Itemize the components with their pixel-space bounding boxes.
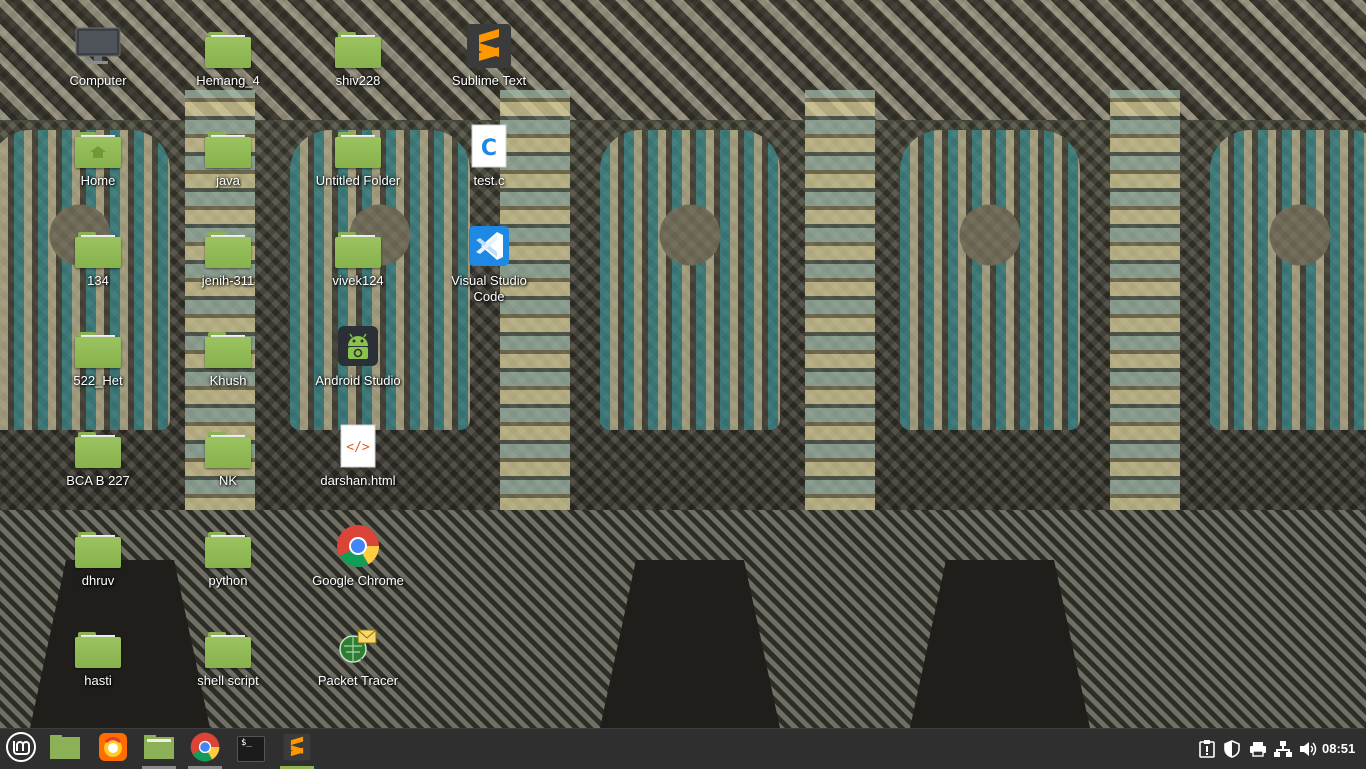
- computer-icon: [74, 22, 122, 70]
- android-studio-icon: [334, 322, 382, 370]
- files-launcher[interactable]: [138, 729, 180, 769]
- sublime-text-icon: [465, 22, 513, 70]
- mint-menu-button[interactable]: [0, 729, 42, 769]
- files-icon: [143, 734, 175, 765]
- home-folder-icon: [74, 122, 122, 170]
- desktop-icon-label: NK: [218, 473, 238, 488]
- desktop-icon-folder-khush[interactable]: Khush: [176, 320, 280, 410]
- desktop-icon-home[interactable]: Home: [46, 120, 150, 210]
- network-icon[interactable]: [1273, 739, 1293, 759]
- desktop-icon-folder-untitled[interactable]: Untitled Folder: [306, 120, 410, 210]
- folder-icon: [204, 322, 252, 370]
- desktop-icon-folder-jenih-311[interactable]: jenih-311: [176, 220, 280, 310]
- desktop-icon-folder-bca-b-227[interactable]: BCA B 227: [46, 420, 150, 510]
- desktop-icon-label: 134: [87, 273, 109, 288]
- svg-text:</>: </>: [346, 440, 370, 455]
- desktop-icon-folder-python[interactable]: python: [176, 520, 280, 610]
- desktop-icon-label: python: [208, 573, 248, 588]
- vscode-icon: [465, 222, 513, 270]
- chrome-launcher[interactable]: [184, 729, 226, 769]
- mint-menu-icon: [5, 731, 37, 768]
- printer-icon[interactable]: [1248, 739, 1268, 759]
- folder-icon: [204, 222, 252, 270]
- sublime-text-launcher[interactable]: [276, 729, 318, 769]
- folder-icon: [74, 622, 122, 670]
- volume-icon[interactable]: [1298, 739, 1318, 759]
- packet-tracer-icon: [334, 622, 382, 670]
- desktop-icon-label: vivek124: [332, 273, 384, 288]
- desktop-icon-computer[interactable]: Computer: [46, 20, 150, 110]
- folder-icon: [74, 222, 122, 270]
- folder-icon: [74, 422, 122, 470]
- desktop-icon-folder-hemang-4[interactable]: Hemang_4: [176, 20, 280, 110]
- chrome-icon: [334, 522, 382, 570]
- c-file-icon: C: [465, 122, 513, 170]
- desktop-icon-label: Computer: [69, 73, 127, 88]
- desktop-icon-google-chrome[interactable]: Google Chrome: [306, 520, 410, 610]
- html-file-icon: </>: [334, 422, 382, 470]
- desktop-icon-label: Sublime Text: [451, 73, 527, 88]
- desktop-icon-folder-vivek124[interactable]: vivek124: [306, 220, 410, 310]
- desktop-icon-label: BCA B 227: [66, 473, 130, 488]
- folder-icon: [334, 22, 382, 70]
- folder-icon: [74, 322, 122, 370]
- desktop-icon-test-c[interactable]: C test.c: [437, 120, 541, 210]
- desktop-icon-label: Google Chrome: [312, 573, 404, 588]
- folder-icon: [334, 222, 382, 270]
- terminal-launcher[interactable]: $_: [230, 729, 272, 769]
- desktop-icon-android-studio[interactable]: Android Studio: [306, 320, 410, 410]
- desktop-icon-sublime-text[interactable]: Sublime Text: [437, 20, 541, 110]
- folder-icon: [204, 122, 252, 170]
- folder-icon: [204, 422, 252, 470]
- folder-icon: [204, 22, 252, 70]
- desktop-icon-label: jenih-311: [201, 273, 255, 288]
- desktop-icon-packet-tracer[interactable]: Packet Tracer: [306, 620, 410, 710]
- desktop-icon-folder-shiv228[interactable]: shiv228: [306, 20, 410, 110]
- desktop-icon-folder-java[interactable]: java: [176, 120, 280, 210]
- shield-icon[interactable]: [1222, 739, 1242, 759]
- desktop-icon-label: Untitled Folder: [315, 173, 401, 188]
- folder-icon: [74, 522, 122, 570]
- terminal-prompt: $_: [241, 738, 252, 748]
- desktop-icon-label: java: [216, 173, 240, 188]
- desktop-icon-label: test.c: [473, 173, 505, 188]
- sublime-text-icon: [283, 733, 311, 766]
- desktop-icon-label: Home: [80, 173, 116, 188]
- terminal-icon: $_: [237, 736, 265, 762]
- folder-icon: [204, 622, 252, 670]
- desktop-icon-label: Android Studio: [315, 373, 401, 388]
- desktop-icon-label: 522_Het: [73, 373, 123, 388]
- firefox-launcher[interactable]: [92, 729, 134, 769]
- desktop-icon-darshan-html[interactable]: </> darshan.html: [306, 420, 410, 510]
- bottom-panel: $_ 08:51: [0, 728, 1366, 769]
- folder-icon: [204, 522, 252, 570]
- desktop-icon-folder-522-het[interactable]: 522_Het: [46, 320, 150, 410]
- svg-text:C: C: [481, 136, 497, 161]
- desktop-icon-folder-dhruv[interactable]: dhruv: [46, 520, 150, 610]
- panel-clock[interactable]: 08:51: [1322, 729, 1355, 769]
- desktop-icon-visual-studio-code[interactable]: Visual Studio Code: [437, 220, 541, 310]
- desktop-icon-label: Packet Tracer: [317, 673, 399, 688]
- desktop-icon-label: hasti: [84, 673, 112, 688]
- desktop-icon-folder-hasti[interactable]: hasti: [46, 620, 150, 710]
- desktop-icon-label: Hemang_4: [196, 73, 260, 88]
- desktop-icon-label: dhruv: [81, 573, 115, 588]
- desktop-icon-label: shiv228: [335, 73, 381, 88]
- desktop-icon-folder-nk[interactable]: NK: [176, 420, 280, 510]
- desktop-icon-label: Khush: [209, 373, 247, 388]
- show-desktop-button[interactable]: [44, 729, 86, 769]
- desktop-icon-label: Visual Studio Code: [451, 273, 527, 304]
- update-manager-icon[interactable]: [1197, 739, 1217, 759]
- desktop-icon-folder-134[interactable]: 134: [46, 220, 150, 310]
- desktop-icon-label: shell script: [197, 673, 259, 688]
- desktop-icon-label: darshan.html: [320, 473, 396, 488]
- folder-icon: [334, 122, 382, 170]
- firefox-icon: [98, 732, 128, 767]
- show-desktop-icon: [49, 734, 81, 765]
- chrome-icon: [190, 732, 220, 767]
- desktop-icon-folder-shell-script[interactable]: shell script: [176, 620, 280, 710]
